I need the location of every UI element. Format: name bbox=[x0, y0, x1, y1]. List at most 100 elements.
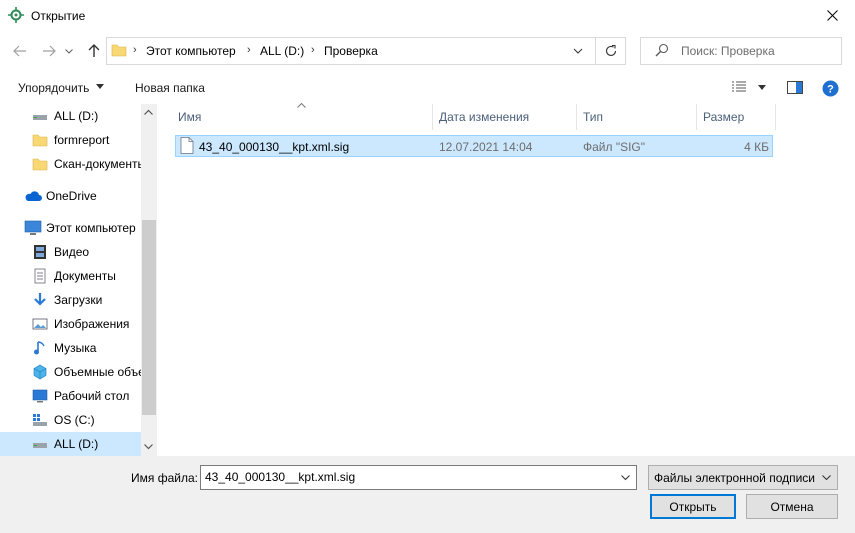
caret-down-icon bbox=[96, 84, 104, 89]
breadcrumb-current[interactable]: Проверка bbox=[324, 44, 378, 58]
file-date: 12.07.2021 14:04 bbox=[439, 140, 533, 154]
nav-label: Загрузки bbox=[54, 293, 103, 307]
nav-item-all-d-selected[interactable]: ALL (D:) bbox=[0, 432, 141, 456]
nav-item-documents[interactable]: Документы bbox=[0, 264, 141, 288]
scroll-up-icon[interactable] bbox=[144, 109, 153, 115]
breadcrumb-this-pc[interactable]: Этот компьютер bbox=[146, 44, 236, 58]
nav-item-all-d-top[interactable]: ALL (D:) bbox=[0, 104, 141, 128]
nav-label: ALL (D:) bbox=[54, 109, 99, 123]
nav-item-onedrive[interactable]: OneDrive bbox=[0, 184, 141, 208]
column-header-type[interactable]: Тип bbox=[577, 104, 697, 130]
close-icon bbox=[826, 10, 838, 21]
folder-icon bbox=[32, 132, 48, 148]
app-icon bbox=[8, 7, 24, 23]
nav-label: Этот компьютер bbox=[46, 221, 136, 235]
close-button[interactable] bbox=[809, 0, 855, 31]
recent-locations-button[interactable] bbox=[61, 40, 77, 62]
nav-item-this-pc[interactable]: Этот компьютер bbox=[0, 216, 141, 240]
filename-value: 43_40_000130__kpt.xml.sig bbox=[205, 470, 356, 484]
breadcrumb-separator-icon: › bbox=[311, 44, 315, 56]
scroll-down-icon[interactable] bbox=[144, 444, 153, 450]
nav-label: Рабочий стол bbox=[54, 389, 130, 403]
forward-arrow-icon bbox=[42, 45, 56, 57]
column-header-label: Размер bbox=[703, 110, 745, 124]
search-icon bbox=[655, 43, 669, 57]
breadcrumb-separator-icon: › bbox=[247, 44, 251, 56]
drive-icon bbox=[32, 436, 48, 452]
breadcrumb-separator-icon: › bbox=[133, 44, 137, 56]
navigation-pane[interactable]: ALL (D:) formreport Скан-документы OneDr… bbox=[0, 104, 157, 456]
nav-label: Документы bbox=[54, 269, 116, 283]
nav-item-video[interactable]: Видео bbox=[0, 240, 141, 264]
cancel-button[interactable]: Отмена bbox=[746, 494, 838, 519]
help-button[interactable]: ? bbox=[822, 80, 839, 97]
preview-pane-button[interactable] bbox=[787, 81, 803, 94]
nav-label: Скан-документы bbox=[54, 157, 147, 171]
nav-item-desktop[interactable]: Рабочий стол bbox=[0, 384, 141, 408]
up-arrow-icon bbox=[88, 44, 100, 58]
nav-label: Видео bbox=[54, 245, 90, 259]
filename-label: Имя файла: bbox=[131, 471, 198, 485]
refresh-icon bbox=[604, 44, 618, 58]
nav-item-formreport[interactable]: formreport bbox=[0, 128, 141, 152]
back-arrow-icon bbox=[13, 45, 27, 57]
organize-button[interactable]: Упорядочить bbox=[18, 81, 89, 95]
nav-item-scan-docs[interactable]: Скан-документы bbox=[0, 152, 146, 176]
up-button[interactable] bbox=[82, 40, 106, 62]
column-header-date[interactable]: Дата изменения bbox=[433, 104, 577, 130]
drive-icon bbox=[32, 108, 48, 124]
music-icon bbox=[32, 340, 48, 356]
os-drive-icon bbox=[32, 412, 48, 428]
nav-scrollbar-thumb[interactable] bbox=[142, 220, 156, 415]
nav-item-music[interactable]: Музыка bbox=[0, 336, 141, 360]
preview-pane-icon bbox=[787, 81, 803, 94]
title-bar bbox=[0, 0, 855, 31]
back-button[interactable] bbox=[8, 40, 32, 62]
chevron-down-icon bbox=[570, 43, 586, 59]
breadcrumb-drive[interactable]: ALL (D:) bbox=[260, 44, 304, 58]
nav-label: Музыка bbox=[54, 341, 97, 355]
help-icon: ? bbox=[822, 80, 839, 97]
column-header-size[interactable]: Размер bbox=[697, 104, 776, 130]
search-placeholder[interactable]: Поиск: Проверка bbox=[681, 44, 775, 58]
file-type-filter-select[interactable]: Файлы электронной подписи bbox=[648, 465, 838, 490]
column-header-label: Имя bbox=[178, 110, 202, 124]
file-name[interactable]: 43_40_000130__kpt.xml.sig bbox=[199, 140, 349, 154]
nav-label: OneDrive bbox=[46, 189, 97, 203]
file-size: 4 КБ bbox=[744, 140, 769, 154]
new-folder-button[interactable]: Новая папка bbox=[135, 81, 205, 95]
open-button[interactable]: Открыть bbox=[650, 494, 736, 519]
3d-objects-icon bbox=[32, 364, 48, 380]
view-options-button[interactable] bbox=[731, 80, 747, 94]
nav-label: OS (C:) bbox=[54, 413, 95, 427]
column-header-name[interactable]: Имя bbox=[172, 104, 433, 130]
organize-label: Упорядочить bbox=[18, 81, 90, 95]
chevron-down-icon bbox=[822, 475, 831, 481]
desktop-icon bbox=[32, 388, 48, 404]
pictures-icon bbox=[32, 316, 48, 332]
svg-text:?: ? bbox=[827, 84, 834, 96]
nav-item-os-c[interactable]: OS (C:) bbox=[0, 408, 141, 432]
window-title: Открытие bbox=[31, 9, 86, 23]
forward-button[interactable] bbox=[37, 40, 61, 62]
command-bar bbox=[0, 74, 855, 102]
details-view-icon bbox=[731, 80, 747, 94]
nav-label: Изображения bbox=[54, 317, 130, 331]
filter-value: Файлы электронной подписи bbox=[654, 471, 816, 485]
address-dropdown-button[interactable] bbox=[570, 43, 586, 59]
file-icon bbox=[180, 137, 194, 154]
file-type: Файл "SIG" bbox=[583, 140, 646, 154]
nav-item-downloads[interactable]: Загрузки bbox=[0, 288, 141, 312]
documents-icon bbox=[32, 268, 48, 284]
chevron-down-icon[interactable] bbox=[621, 475, 630, 481]
column-header-label: Дата изменения bbox=[439, 110, 530, 124]
nav-label: ALL (D:) bbox=[54, 437, 99, 451]
video-icon bbox=[32, 244, 48, 260]
caret-down-icon[interactable] bbox=[758, 85, 766, 90]
chevron-down-icon bbox=[65, 48, 73, 54]
refresh-button[interactable] bbox=[595, 37, 626, 65]
filename-input[interactable]: 43_40_000130__kpt.xml.sig bbox=[200, 465, 637, 490]
nav-item-3d-objects[interactable]: Объемные объекты bbox=[0, 360, 157, 384]
download-icon bbox=[32, 292, 48, 308]
nav-item-pictures[interactable]: Изображения bbox=[0, 312, 141, 336]
